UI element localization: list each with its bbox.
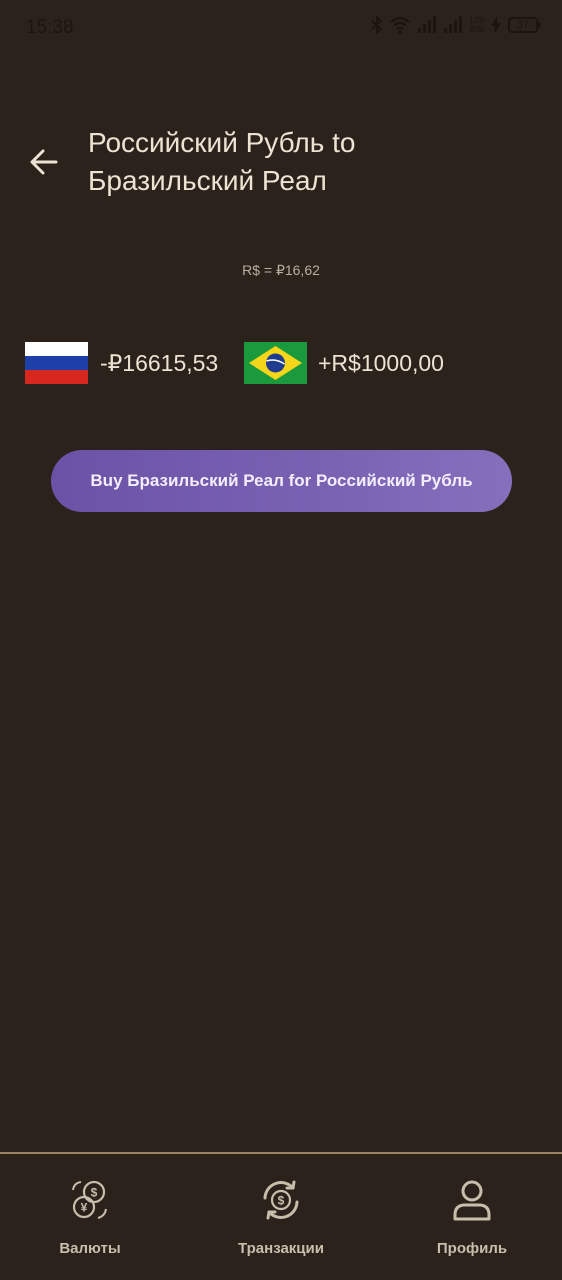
svg-text:$: $	[91, 1186, 98, 1200]
nav-label-currencies: Валюты	[59, 1240, 121, 1257]
network-speed: 129 B/S	[469, 16, 484, 34]
nav-item-currencies[interactable]: $ ¥ Валюты	[10, 1178, 170, 1257]
network-speed-unit: B/S	[469, 24, 484, 34]
page-title-line1: Российский Рубль to	[88, 127, 356, 158]
to-amount: +R$1000,00	[318, 350, 444, 376]
exchange-cycle-icon: $	[263, 1180, 299, 1220]
arrow-left-icon	[30, 149, 58, 175]
from-amount: -₽16615,53	[100, 350, 219, 376]
back-button[interactable]	[22, 140, 66, 184]
svg-text:$: $	[278, 1194, 285, 1208]
exchange-rate: R$ = ₽16,62	[242, 262, 320, 278]
brazil-flag	[244, 342, 307, 384]
russia-flag	[25, 342, 88, 384]
bottom-nav: $ ¥ Валюты $ Транзакции Профиль	[0, 1152, 562, 1280]
bluetooth-icon	[371, 16, 383, 34]
page-title-line2: Бразильский Реал	[88, 165, 327, 196]
nav-item-profile[interactable]: Профиль	[392, 1178, 552, 1257]
charging-icon	[490, 16, 502, 34]
buy-button[interactable]: Buy Бразильский Реал for Российский Рубл…	[51, 450, 512, 512]
page-title: Российский Рубль to Бразильский Реал	[88, 124, 528, 200]
nav-label-transactions: Транзакции	[238, 1240, 324, 1257]
signal-icon	[417, 16, 437, 34]
status-bar: 15:38 129 B/S 37	[0, 0, 562, 56]
status-time: 15:38	[26, 17, 74, 38]
nav-item-transactions[interactable]: $ Транзакции	[201, 1178, 361, 1257]
nav-label-profile: Профиль	[436, 1240, 508, 1257]
wifi-icon	[389, 16, 411, 34]
battery-icon: 37	[508, 17, 541, 33]
user-icon	[453, 1180, 491, 1221]
currency-coins-icon: $ ¥	[72, 1180, 107, 1219]
svg-text:¥: ¥	[81, 1201, 88, 1215]
exchange-screen: 15:38 129 B/S 37 Российский Рубль to Бра…	[0, 0, 562, 1280]
status-icons: 129 B/S 37	[371, 16, 541, 34]
signal-icon	[443, 16, 463, 34]
